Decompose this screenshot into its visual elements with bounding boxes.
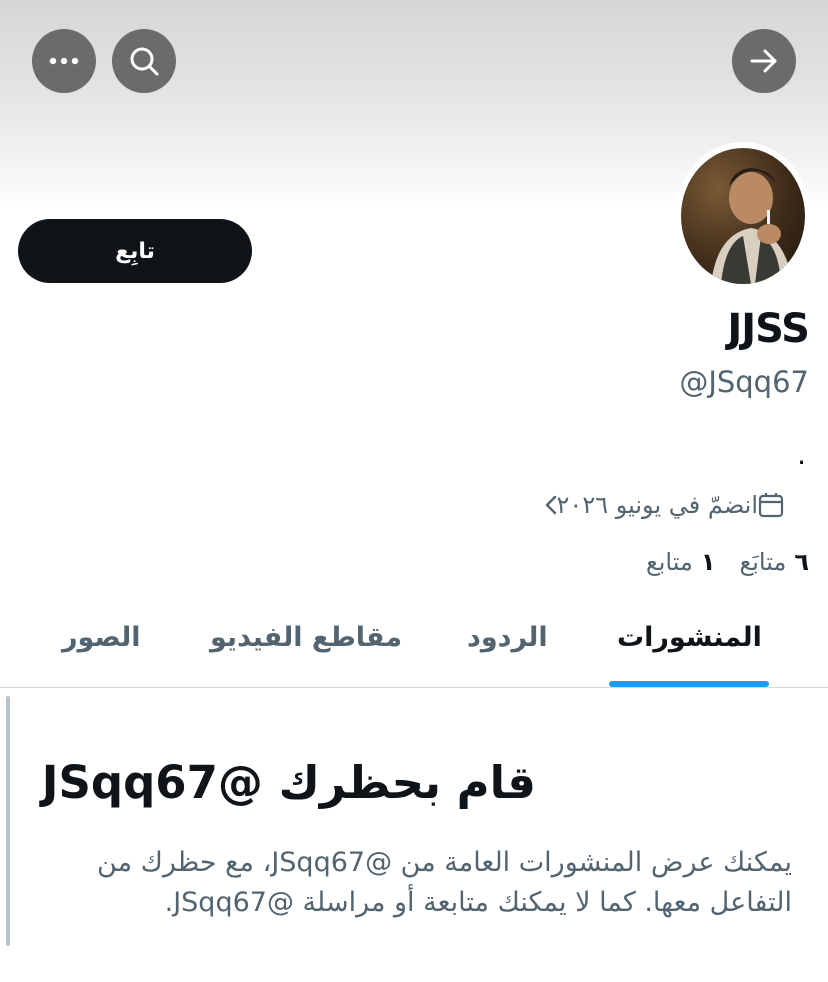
- tabs-divider: [0, 687, 828, 688]
- followers-stat[interactable]: ١ متابع: [646, 548, 716, 576]
- following-stat[interactable]: ٦ متابَع: [739, 548, 809, 576]
- search-button[interactable]: [112, 29, 176, 93]
- chevron-left-icon: [545, 495, 557, 515]
- tab-photos[interactable]: الصور: [62, 622, 140, 653]
- display-name: JJSS: [727, 306, 810, 352]
- followers-count: ١: [700, 548, 716, 576]
- avatar[interactable]: [675, 142, 811, 290]
- calendar-icon: [758, 492, 784, 518]
- more-horizontal-icon: [49, 57, 79, 65]
- scroll-indicator: [6, 696, 10, 946]
- bio-text: .: [797, 438, 806, 471]
- following-label: متابَع: [739, 548, 787, 576]
- more-button[interactable]: [32, 29, 96, 93]
- blocked-message: يمكنك عرض المنشورات العامة من @JSqq67، م…: [97, 847, 792, 918]
- follow-button[interactable]: تابِع: [18, 219, 252, 283]
- blocked-title-text: قام بحظرك @JSqq67: [41, 756, 536, 809]
- joined-text: انضمّ في يونيو ٢٠٢٦: [556, 491, 758, 519]
- blocked-title: قام بحظرك @JSqq67: [42, 756, 536, 809]
- tab-videos[interactable]: مقاطع الفيديو: [210, 622, 402, 653]
- back-button[interactable]: [732, 29, 796, 93]
- avatar-image: [681, 148, 805, 284]
- followers-label: متابع: [645, 548, 693, 576]
- user-handle: @JSqq67: [679, 365, 809, 399]
- follow-stats: ٦ متابَع ١ متابع: [622, 548, 809, 576]
- joined-date[interactable]: انضمّ في يونيو ٢٠٢٦: [533, 485, 796, 525]
- tab-replies[interactable]: الردود: [467, 622, 548, 653]
- arrow-right-icon: [750, 49, 777, 73]
- search-icon: [130, 47, 159, 76]
- tab-posts[interactable]: المنشورات: [617, 622, 762, 653]
- profile-tabs: المنشورات الردود مقاطع الفيديو الصور: [0, 600, 828, 688]
- following-count: ٦: [794, 548, 809, 576]
